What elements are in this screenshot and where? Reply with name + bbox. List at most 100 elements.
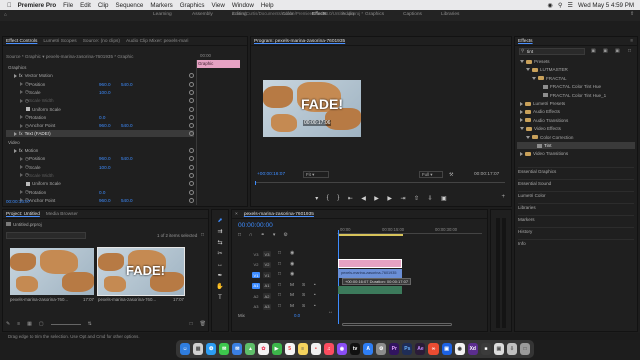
clock[interactable]: Wed May 5 4:59 PM bbox=[578, 2, 634, 9]
effects-tree-item[interactable]: Video Transitions bbox=[517, 150, 635, 157]
lock-icon[interactable]: □ bbox=[278, 304, 281, 309]
safari-icon[interactable]: ❂ bbox=[206, 343, 217, 355]
microphone-icon[interactable]: • bbox=[314, 283, 316, 288]
ripple-edit-icon[interactable]: ⇆ bbox=[214, 238, 226, 247]
preview-icon[interactable]: ▣ bbox=[493, 343, 504, 355]
work-area-bar[interactable] bbox=[338, 234, 403, 236]
go-to-out-icon[interactable]: ⇥ bbox=[400, 195, 405, 202]
source-patch[interactable]: V2 bbox=[252, 262, 260, 268]
panel-info[interactable]: Info bbox=[518, 239, 634, 246]
menu-window[interactable]: Window bbox=[232, 2, 254, 9]
program-title[interactable]: Program: pexels-marina-zasorina-7601935 bbox=[254, 39, 345, 44]
program-timecode[interactable]: +00:00:16:07 bbox=[257, 172, 285, 177]
tv-icon[interactable]: tv bbox=[350, 343, 361, 355]
accelerated-icon[interactable]: ▣ bbox=[591, 48, 596, 54]
fit-select[interactable]: Fit ▾ bbox=[303, 171, 329, 178]
reset-icon[interactable] bbox=[189, 197, 194, 203]
program-video-frame[interactable]: FADE! 00:00:17:06 bbox=[263, 80, 361, 137]
timeline-timecode[interactable]: 00:00:00:00 bbox=[238, 222, 273, 229]
property-value-2[interactable]: 540.0 bbox=[121, 156, 133, 161]
tab-audio-clip-mixer[interactable]: Audio Clip Mixer: pexels-mari bbox=[126, 39, 188, 44]
project-thumb-2[interactable]: FADE! bbox=[97, 247, 185, 296]
effects-search-input[interactable]: tint bbox=[519, 48, 585, 55]
effects-tree-item[interactable]: FRACTAL Color Tint Hue_1 bbox=[517, 92, 635, 99]
menu-file[interactable]: File bbox=[63, 2, 73, 9]
reset-icon[interactable] bbox=[189, 131, 194, 137]
sort-icon[interactable]: ⇅ bbox=[88, 321, 92, 327]
go-to-in-icon[interactable]: ⇤ bbox=[348, 195, 353, 202]
downloads-icon[interactable]: ⇩ bbox=[506, 343, 518, 355]
search-icon[interactable]: ⚲ bbox=[558, 2, 563, 9]
lift-icon[interactable]: ⇧ bbox=[414, 195, 419, 202]
project-search-input[interactable] bbox=[6, 232, 86, 239]
reset-icon[interactable] bbox=[189, 123, 194, 129]
ec-row[interactable]: ◷ Anchor Point 960.0 540.0 bbox=[6, 197, 194, 204]
lock-icon[interactable]: □ bbox=[278, 293, 281, 298]
audio-clip-a1[interactable] bbox=[338, 286, 402, 294]
reset-icon[interactable] bbox=[189, 164, 194, 170]
workspace-graphics[interactable]: Graphics bbox=[365, 12, 384, 17]
system-preferences-icon[interactable]: ⚙ bbox=[376, 343, 387, 355]
source-patch[interactable]: A1 bbox=[252, 282, 260, 289]
write-lock-icon[interactable]: ✎ bbox=[6, 321, 10, 327]
facetime-icon[interactable]: ▶ bbox=[271, 343, 282, 355]
slip-tool-icon[interactable]: ↔ bbox=[214, 260, 226, 269]
add-button-icon[interactable]: + bbox=[501, 194, 505, 200]
eye-icon[interactable]: ◉ bbox=[290, 262, 294, 267]
uniform-scale-checkbox[interactable] bbox=[26, 107, 30, 111]
workspace-captions[interactable]: Captions bbox=[403, 12, 422, 17]
ec-row[interactable]: ◷ Anchor Point 960.0 540.0 bbox=[6, 122, 194, 129]
chrome-icon[interactable]: ◉ bbox=[454, 343, 465, 355]
project-file-row[interactable]: Untitled.prproj bbox=[6, 222, 42, 227]
app-store-icon[interactable]: A bbox=[363, 343, 374, 355]
selection-tool-icon[interactable]: ⬈ bbox=[214, 216, 226, 225]
program-playhead[interactable] bbox=[255, 181, 256, 185]
hand-tool-icon[interactable]: ✋ bbox=[214, 282, 226, 291]
ec-row[interactable]: Graphics bbox=[6, 64, 194, 71]
panel-menu-icon[interactable]: ≡ bbox=[630, 39, 637, 44]
eye-icon[interactable]: ◉ bbox=[290, 251, 294, 256]
reset-icon[interactable] bbox=[189, 89, 194, 95]
ec-row[interactable]: fx Text (FADE!) bbox=[6, 130, 194, 138]
creative-cloud-icon[interactable]: ∞ bbox=[428, 343, 439, 355]
mute-toggle[interactable]: M bbox=[290, 283, 294, 288]
property-value-2[interactable]: 540.0 bbox=[121, 82, 133, 87]
reset-icon[interactable] bbox=[189, 148, 194, 153]
zoom-slider[interactable] bbox=[50, 323, 81, 325]
linked-icon[interactable]: ⚭ bbox=[261, 232, 265, 238]
property-value[interactable]: 100.0 bbox=[99, 165, 111, 170]
source-patch[interactable]: V1 bbox=[252, 272, 260, 278]
effects-tree-item[interactable]: Audio Effects bbox=[517, 108, 635, 115]
marker-icon[interactable]: ▾ bbox=[315, 195, 318, 202]
menu-clip[interactable]: Clip bbox=[98, 2, 109, 9]
home-icon[interactable]: ⌂ bbox=[0, 10, 11, 21]
app-menu[interactable]: Premiere Pro bbox=[18, 2, 57, 9]
yuv-icon[interactable]: ▣ bbox=[615, 48, 620, 54]
type-tool-icon[interactable]: T bbox=[214, 293, 226, 302]
workspace-assembly[interactable]: Assembly bbox=[192, 12, 213, 17]
close-icon[interactable]: × bbox=[235, 212, 238, 217]
in-point-icon[interactable]: { bbox=[327, 195, 329, 201]
property-value[interactable]: 0.0 bbox=[99, 115, 105, 120]
track-label[interactable]: V2 bbox=[263, 261, 271, 268]
effects-tree-item[interactable]: Audio Transitions bbox=[517, 117, 635, 124]
reminders-icon[interactable]: • bbox=[310, 343, 321, 355]
step-back-icon[interactable]: ◀ bbox=[361, 195, 366, 202]
apple-icon[interactable]:  bbox=[7, 2, 12, 9]
podcasts-icon[interactable]: ◉ bbox=[336, 343, 348, 355]
sequence-tab[interactable]: pexels-marina-zasorina-7601935 bbox=[244, 212, 314, 217]
timeline-scrollbar[interactable] bbox=[342, 323, 452, 326]
mail-icon[interactable]: ✉ bbox=[232, 343, 243, 355]
wrench-icon[interactable]: ⚒ bbox=[449, 172, 453, 178]
menu-help[interactable]: Help bbox=[261, 2, 274, 9]
track-label[interactable]: A3 bbox=[263, 303, 271, 310]
tab-media-browser[interactable]: Media Browser bbox=[46, 212, 78, 217]
activity-icon[interactable]: ■ bbox=[480, 343, 491, 355]
ec-row[interactable]: ◷ Position 960.0 540.0 bbox=[6, 155, 194, 162]
nest-icon[interactable]: □ bbox=[238, 232, 241, 238]
photoshop-icon[interactable]: Ps bbox=[402, 343, 413, 355]
tab-source[interactable]: Source: (no clips) bbox=[83, 39, 120, 44]
new-folder-icon[interactable]: □ bbox=[628, 48, 631, 54]
after-effects-icon[interactable]: Ae bbox=[415, 343, 426, 355]
trash-icon[interactable]: 🗑 bbox=[200, 321, 206, 327]
